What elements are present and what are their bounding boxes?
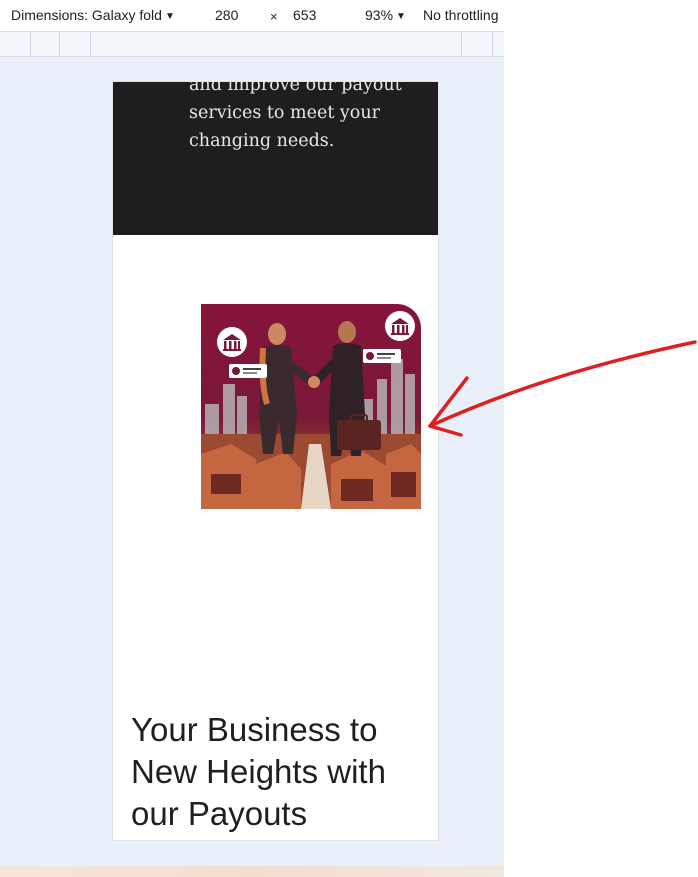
devtools-device-emulation: Dimensions: Galaxy fold ▼ 280 × 653 93% ▼ … [0, 0, 504, 877]
text-line: changing needs. [189, 131, 335, 151]
dimensions-dropdown[interactable]: Dimensions: Galaxy fold ▼ [11, 7, 175, 23]
media-query-ruler [0, 32, 504, 57]
zoom-label: 93% [365, 7, 394, 23]
dark-text-section: and improve our payout services to meet … [113, 82, 438, 235]
height-input[interactable]: 653 [293, 7, 316, 23]
throttling-dropdown[interactable]: No throttling [423, 7, 498, 23]
text-line: and improve our payout [189, 82, 402, 95]
ruler-divider [30, 32, 31, 56]
times-icon: × [270, 9, 278, 24]
emulated-viewport[interactable]: and improve our payout services to meet … [113, 82, 438, 840]
ruler-divider [492, 32, 493, 56]
bottom-edge-strip [0, 866, 504, 877]
width-input[interactable]: 280 [215, 7, 238, 23]
dimensions-label: Dimensions: Galaxy fold [11, 7, 162, 23]
chevron-down-icon: ▼ [396, 11, 406, 22]
ruler-divider [59, 32, 60, 56]
ruler-divider [90, 32, 91, 56]
handshake-illustration [201, 311, 421, 509]
zoom-dropdown[interactable]: 93% ▼ [365, 7, 406, 23]
device-toolbar: Dimensions: Galaxy fold ▼ 280 × 653 93% ▼ … [0, 0, 504, 32]
ruler-divider [461, 32, 462, 56]
business-handshake-image [201, 304, 421, 509]
chevron-down-icon: ▼ [164, 11, 175, 22]
page-heading: Your Business to New Heights with our Pa… [131, 711, 386, 832]
text-line: services to meet your [189, 103, 380, 123]
